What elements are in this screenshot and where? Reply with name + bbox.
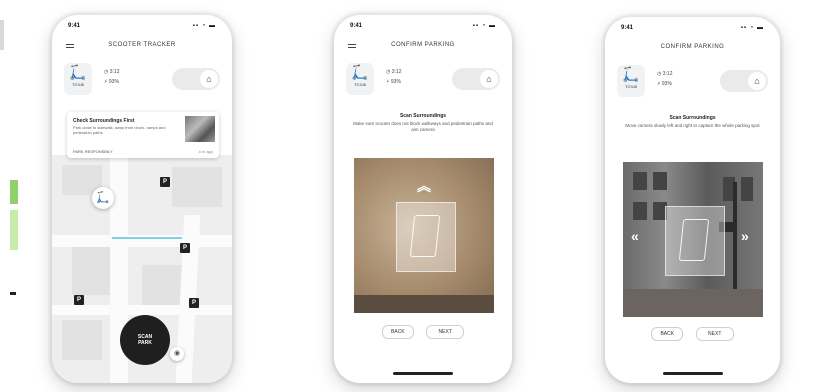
phone-scan-screen: 9:41 ▪▪ ◔ ▬ CONFIRM PARKING 🛴 TC9J8 ◷ 3:…	[334, 15, 512, 383]
status-bar: 9:41 ▪▪ ◔ ▬	[621, 25, 764, 33]
vehicle-card[interactable]: 🛴 TC9J8	[617, 65, 645, 97]
parking-pin[interactable]: P	[189, 298, 199, 308]
ride-time: ◷ 3:12	[386, 69, 402, 75]
chevron-right-icon: »	[741, 228, 749, 244]
home-icon: ⌂	[200, 70, 218, 88]
ride-stats: ◷ 3:12 ⚡ 93%	[104, 67, 119, 87]
scan-park-label: SCAN PARK	[137, 334, 153, 346]
camera-view: « »	[623, 162, 763, 317]
lock-icon: ⌂	[480, 70, 498, 88]
camera-view: ︽	[354, 158, 494, 313]
instruction-text: Move camera slowly left and right to cap…	[625, 123, 760, 128]
scooter-icon: 🛴	[351, 64, 369, 80]
next-button[interactable]: NEXT	[695, 327, 734, 341]
scan-frame	[396, 202, 456, 272]
vehicle-plate: TC9J8	[625, 84, 637, 89]
ride-battery: ⚡ 93%	[104, 79, 119, 85]
vehicle-plate: TC9J8	[72, 82, 84, 87]
parking-info-card[interactable]: Check Surroundings First Park close to s…	[67, 112, 219, 158]
edge-bar	[0, 20, 4, 50]
status-time: 9:41	[68, 23, 81, 29]
scooter-location-pin[interactable]: 🛴	[92, 187, 114, 209]
chevron-up-icon: ︽	[417, 178, 431, 194]
status-time: 9:41	[621, 25, 634, 31]
next-button[interactable]: NEXT	[426, 325, 465, 339]
edge-green-block	[10, 180, 18, 204]
action-buttons: BACK NEXT	[605, 327, 780, 345]
status-time: 9:41	[350, 23, 363, 29]
vehicle-plate: TC9J8	[354, 82, 366, 87]
home-indicator	[662, 372, 723, 375]
page-title: CONFIRM PARKING	[391, 42, 455, 48]
status-icons: ▪▪ ◔ ▬	[192, 23, 216, 29]
card-desc: Park close to sidewalk, away from doors,…	[73, 125, 166, 135]
back-button[interactable]: BACK	[651, 327, 684, 341]
edge-dash	[10, 292, 16, 295]
scan-frame	[665, 206, 725, 276]
edge-text	[6, 105, 16, 135]
lock-toggle[interactable]: ⌂	[720, 70, 768, 92]
instruction-text: Make sure scooter does not block walkway…	[353, 121, 493, 132]
vehicle-card[interactable]: 🛴 TC9J8	[64, 63, 92, 95]
chevron-left-icon: «	[631, 228, 639, 244]
phone-scan-street-screen: 9:41 ▪▪ ◔ ▬ CONFIRM PARKING 🛴 TC9J8 ◷ 3:…	[605, 17, 780, 383]
action-buttons: BACK NEXT	[334, 325, 512, 343]
ride-stats: ◷ 3:12 ⚡ 93%	[386, 67, 401, 87]
card-distance: 4 m ago	[198, 149, 213, 154]
status-bar: 9:41 ▪▪ ◔ ▬	[68, 23, 216, 31]
card-footer: PARK RESPONSIBLY	[73, 149, 113, 154]
back-button[interactable]: BACK	[381, 325, 414, 339]
lock-toggle[interactable]: ⌂	[452, 68, 500, 90]
parking-pin[interactable]: P	[160, 177, 170, 187]
edge-green-block-light	[10, 210, 18, 250]
page-title: SCOOTER TRACKER	[108, 42, 176, 48]
card-thumbnail	[185, 116, 215, 142]
status-icons: ▪▪ ◔ ▬	[740, 25, 764, 31]
instruction-title: Scan Surroundings	[669, 115, 716, 121]
ride-battery: ⚡ 93%	[386, 79, 401, 85]
status-bar: 9:41 ▪▪ ◔ ▬	[350, 23, 496, 31]
home-indicator	[393, 372, 453, 375]
ride-battery: ⚡ 93%	[657, 81, 672, 87]
parking-pin[interactable]: P	[180, 243, 190, 253]
phone-map-screen: 9:41 ▪▪ ◔ ▬ SCOOTER TRACKER 🛴 TC9J8 ◷ 3:…	[52, 15, 232, 383]
ride-time: ◷ 3:12	[104, 69, 120, 75]
vehicle-card[interactable]: 🛴 TC9J8	[346, 63, 374, 95]
left-edge-fragment	[0, 0, 18, 392]
parking-pin[interactable]: P	[74, 295, 84, 305]
scooter-icon: 🛴	[622, 66, 640, 82]
lock-icon: ⌂	[748, 72, 766, 90]
instruction-title: Scan Surroundings	[399, 113, 447, 119]
status-icons: ▪▪ ◔ ▬	[472, 23, 496, 29]
lock-toggle[interactable]: ⌂	[172, 68, 220, 90]
scooter-icon: 🛴	[69, 64, 87, 80]
locate-icon[interactable]: ◉	[170, 347, 184, 361]
ride-stats: ◷ 3:12 ⚡ 93%	[657, 69, 672, 89]
page-title: CONFIRM PARKING	[660, 44, 725, 50]
card-title: Check Surroundings First	[73, 118, 135, 124]
scan-park-button[interactable]: SCAN PARK	[120, 315, 170, 365]
ride-time: ◷ 3:12	[657, 71, 673, 77]
